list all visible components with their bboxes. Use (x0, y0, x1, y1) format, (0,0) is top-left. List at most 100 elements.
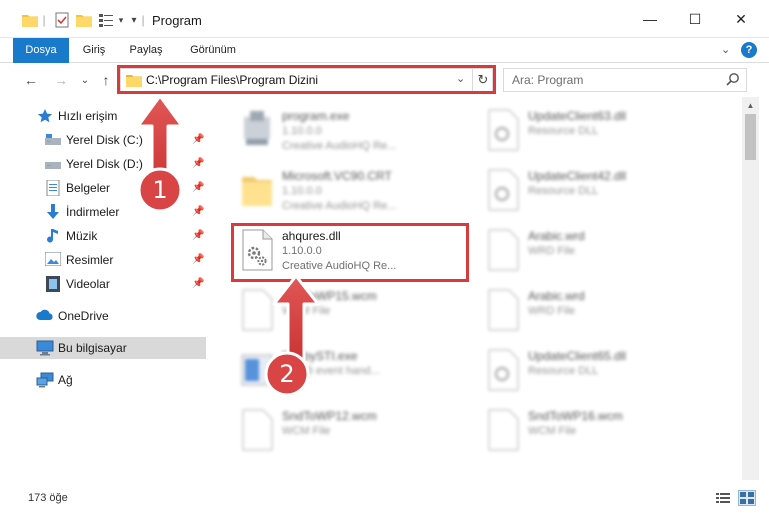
file-icon (486, 229, 520, 271)
scroll-up-icon[interactable]: ▲ (742, 97, 759, 114)
close-button[interactable]: ✕ (718, 0, 764, 38)
back-button[interactable]: ← (20, 70, 42, 90)
file-version: WRD File (528, 245, 576, 257)
sidebar-item-onedrive[interactable]: OneDrive (0, 305, 206, 327)
sidebar-item-videos[interactable]: Videolar 📌 (0, 273, 206, 295)
folder-icon (240, 169, 274, 211)
file-item[interactable]: UpdateClient42.dll Resource DLL (480, 163, 720, 221)
drive-icon (45, 157, 61, 173)
sidebar-item-network[interactable]: Ağ (0, 369, 206, 391)
tab-share[interactable]: Paylaş (121, 38, 171, 63)
step-number-2: 2 (279, 360, 295, 388)
file-icon (486, 289, 520, 331)
file-company: Creative AudioHQ Re... (282, 200, 397, 212)
separator-icon: | (141, 13, 145, 27)
file-name: SndToWP16.wcm (528, 409, 623, 423)
file-version: WCM File (282, 425, 331, 437)
exe-icon (240, 109, 274, 151)
help-icon[interactable]: ? (741, 42, 757, 58)
new-folder-icon[interactable] (76, 11, 92, 29)
file-name: UpdateClient65.dll (528, 349, 627, 363)
sidebar-item-pictures[interactable]: Resimler 📌 (0, 249, 206, 271)
step-number-1: 1 (152, 176, 168, 204)
file-version: 1.10.0.0 (282, 125, 322, 137)
file-name: Arabic.wrd (528, 229, 585, 243)
title-bar: | ▾ ▾ | Program — ☐ ✕ (0, 0, 769, 38)
file-company: Creative AudioHQ Re... (282, 140, 397, 152)
file-name: UpdateClient42.dll (528, 169, 627, 183)
qa-customize-dropdown-icon[interactable]: ▾ (129, 11, 139, 29)
file-item[interactable]: program.exe 1.10.0.0 Creative AudioHQ Re… (234, 103, 474, 161)
scrollbar-thumb[interactable] (745, 114, 756, 160)
file-version: Resource DLL (528, 125, 599, 137)
customize-icon[interactable] (98, 11, 116, 29)
maximize-button[interactable]: ☐ (672, 0, 718, 38)
file-item[interactable]: UpdateClient65.dll Resource DLL (480, 343, 720, 401)
pin-icon[interactable]: 📌 (192, 158, 204, 169)
separator-icon: | (42, 13, 46, 27)
sidebar-item-label: Belgeler (66, 181, 111, 195)
file-version: WRD File (528, 305, 576, 317)
search-placeholder[interactable]: Ara: Program (512, 73, 583, 87)
forward-button[interactable]: → (50, 70, 72, 90)
sidebar-item-label: Müzik (66, 229, 98, 243)
properties-icon[interactable] (54, 11, 70, 29)
tab-file[interactable]: Dosya (13, 38, 69, 63)
star-icon (37, 108, 53, 124)
drive-icon (45, 133, 61, 149)
pin-icon[interactable]: 📌 (192, 230, 204, 241)
sidebar-item-label: Bu bilgisayar (58, 341, 127, 355)
file-item[interactable]: SndToWP16.wcm WCM File (480, 403, 720, 461)
sidebar-item-label: İndirmeler (66, 205, 120, 219)
qa-dropdown-icon[interactable]: ▾ (116, 11, 126, 29)
details-view-icon[interactable] (714, 490, 732, 506)
file-item[interactable]: SndToWP12.wcm WCM File (234, 403, 474, 461)
folder-icon[interactable] (22, 11, 38, 29)
pin-icon[interactable]: 📌 (192, 206, 204, 217)
address-highlight-box (117, 65, 496, 94)
tiles-view-icon[interactable] (738, 490, 756, 506)
dll-icon (486, 169, 520, 211)
file-name: Arabic.wrd (528, 289, 585, 303)
file-item[interactable]: Microsoft.VC90.CRT 1.10.0.0 Creative Aud… (234, 163, 474, 221)
file-version: Resource DLL (528, 185, 599, 197)
file-item[interactable]: Arabic.wrd WRD File (480, 283, 720, 341)
pin-icon[interactable]: 📌 (192, 254, 204, 265)
file-version: Resource DLL (528, 365, 599, 377)
dll-icon (486, 349, 520, 391)
file-version: 1.10.0.0 (282, 185, 322, 197)
sidebar-item-label: OneDrive (58, 309, 109, 323)
search-box[interactable]: Ara: Program (503, 68, 747, 92)
videos-icon (46, 276, 62, 292)
file-name: SndToWP12.wcm (282, 409, 377, 423)
computer-icon (36, 340, 54, 356)
file-version: WCM File (528, 425, 577, 437)
onedrive-icon (36, 309, 53, 325)
sidebar-item-music[interactable]: Müzik 📌 (0, 225, 206, 247)
tab-home[interactable]: Giriş (74, 38, 114, 63)
file-icon (240, 409, 274, 451)
sidebar-item-label: Ağ (58, 373, 73, 387)
file-name: program.exe (282, 109, 350, 123)
pictures-icon (44, 251, 62, 268)
item-count: 173 öğe (28, 492, 68, 504)
vertical-scrollbar[interactable]: ▲ (742, 97, 759, 480)
file-item[interactable]: UpdateClient63.dll Resource DLL (480, 103, 720, 161)
recent-locations-button[interactable]: ⌄ (78, 70, 92, 90)
ribbon-collapse-icon[interactable]: ⌄ (721, 43, 730, 56)
pin-icon[interactable]: 📌 (192, 182, 204, 193)
file-icon (486, 409, 520, 451)
downloads-icon (46, 204, 62, 220)
documents-icon (46, 179, 62, 197)
music-icon (46, 228, 62, 244)
sidebar-item-label: Resimler (66, 253, 114, 267)
pin-icon[interactable]: 📌 (192, 278, 204, 289)
file-item[interactable]: Arabic.wrd WRD File (480, 223, 720, 281)
tab-view[interactable]: Görünüm (181, 38, 245, 63)
minimize-button[interactable]: — (627, 0, 673, 38)
up-button[interactable]: ↑ (96, 70, 116, 90)
sidebar-item-label: Hızlı erişim (58, 109, 118, 123)
pin-icon[interactable]: 📌 (192, 134, 204, 145)
search-icon[interactable] (726, 72, 740, 89)
sidebar-item-this-pc[interactable]: Bu bilgisayar (0, 337, 206, 359)
